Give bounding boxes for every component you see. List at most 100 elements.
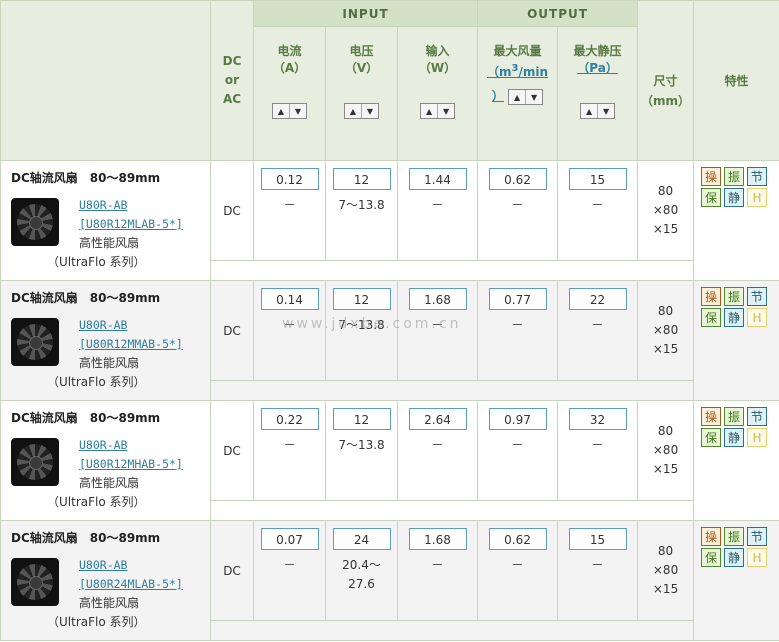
energy-saving-badge-icon: 节 <box>747 167 768 186</box>
protection-badge-icon: 保 <box>701 548 722 567</box>
airflow-value: 0.62 <box>488 168 547 190</box>
sort-up-icon[interactable]: ▲ <box>273 104 289 118</box>
header-product-cell <box>0 0 211 161</box>
airflow-range: － <box>511 198 524 212</box>
pressure-value: 32 <box>568 408 627 430</box>
sort-down-icon[interactable]: ▼ <box>437 104 454 118</box>
power-cell: 1.44 － <box>396 160 479 261</box>
vibration-badge-icon: 振 <box>724 407 745 426</box>
airflow-range: － <box>511 558 524 572</box>
pressure-range: － <box>591 198 604 212</box>
table-row: DC轴流风扇 80～89mm U80R-AB [U80R24MLAB-5*] 高… <box>0 520 779 641</box>
product-series: （UltraFlo 系列） <box>47 375 146 389</box>
features-cell: 操 振 节 保 静 H <box>693 400 779 521</box>
sort-down-icon[interactable]: ▼ <box>597 104 614 118</box>
current-cell: 0.22 － <box>253 400 326 501</box>
airflow-range: － <box>511 438 524 452</box>
sort-pressure: ▲ ▼ <box>580 103 616 119</box>
sort-down-icon[interactable]: ▼ <box>361 104 378 118</box>
pressure-unit-link[interactable]: （Pa） <box>577 61 618 75</box>
current-range: － <box>283 438 296 452</box>
energy-saving-badge-icon: 节 <box>747 407 768 426</box>
sort-down-icon[interactable]: ▼ <box>525 90 542 104</box>
protection-badge-icon: 保 <box>701 308 722 327</box>
size-cell: 80 ×80 ×15 <box>637 280 695 381</box>
sort-down-icon[interactable]: ▼ <box>289 104 306 118</box>
voltage-range: 7～13.8 <box>338 438 385 452</box>
header-group-input: INPUT <box>252 0 479 27</box>
power-value: 1.68 <box>408 288 467 310</box>
sort-up-icon[interactable]: ▲ <box>421 104 437 118</box>
high-speed-badge-icon: H <box>747 188 768 207</box>
header-size: 尺寸 （mm） <box>637 0 695 161</box>
fan-image <box>11 198 59 246</box>
dc-ac-value: DC <box>210 160 254 261</box>
product-description: 高性能风扇 <box>79 596 140 610</box>
voltage-cell: 12 7～13.8 <box>325 280 398 381</box>
power-range: － <box>431 318 444 332</box>
voltage-cell: 12 7～13.8 <box>325 160 398 261</box>
airflow-cell: 0.62 － <box>477 520 559 621</box>
airflow-value: 0.97 <box>488 408 547 430</box>
features-cell: 操 振 节 保 静 H <box>693 520 779 641</box>
voltage-range: 7～13.8 <box>338 198 385 212</box>
product-title: DC轴流风扇 80～89mm <box>11 291 161 305</box>
model-link[interactable]: U80R-AB <box>79 438 127 452</box>
product-series: （UltraFlo 系列） <box>47 495 146 509</box>
airflow-cell: 0.97 － <box>477 400 559 501</box>
header-current: 电流 （A） ▲ ▼ <box>253 26 326 161</box>
voltage-value: 12 <box>332 288 391 310</box>
current-range: － <box>283 318 296 332</box>
table-row: DC轴流风扇 80～89mm U80R-AB [U80R12MMAB-5*] 高… <box>0 280 779 401</box>
current-range: － <box>283 198 296 212</box>
power-range: － <box>431 438 444 452</box>
pressure-cell: 15 － <box>557 160 639 261</box>
pressure-value: 15 <box>568 528 627 550</box>
sort-airflow: ▲ ▼ <box>508 89 544 105</box>
energy-saving-badge-icon: 节 <box>747 527 768 546</box>
product-description: 高性能风扇 <box>79 356 140 370</box>
pressure-range: － <box>591 318 604 332</box>
model-code-link[interactable]: [U80R12MHAB-5*] <box>79 457 183 471</box>
dc-ac-value: DC <box>210 400 254 501</box>
quiet-badge-icon: 静 <box>724 548 745 567</box>
header-power: 输入 （W） ▲ ▼ <box>396 26 479 161</box>
product-description: 高性能风扇 <box>79 476 140 490</box>
model-code-link[interactable]: [U80R24MLAB-5*] <box>79 577 183 591</box>
pressure-range: － <box>591 438 604 452</box>
features-cell: 操 振 节 保 静 H <box>693 160 779 281</box>
model-link[interactable]: U80R-AB <box>79 198 127 212</box>
sort-voltage: ▲ ▼ <box>344 103 379 119</box>
operation-badge-icon: 操 <box>701 287 722 306</box>
voltage-value: 12 <box>332 408 391 430</box>
model-link[interactable]: U80R-AB <box>79 558 127 572</box>
power-range: － <box>431 198 444 212</box>
power-value: 1.68 <box>408 528 467 550</box>
sort-up-icon[interactable]: ▲ <box>509 90 525 104</box>
header-airflow: 最大风量 （m3/min） ▲ ▼ <box>477 26 559 161</box>
pressure-value: 22 <box>568 288 627 310</box>
sort-up-icon[interactable]: ▲ <box>581 104 597 118</box>
voltage-value: 24 <box>332 528 391 550</box>
model-code-link[interactable]: [U80R12MMAB-5*] <box>79 337 183 351</box>
quiet-badge-icon: 静 <box>724 188 745 207</box>
pressure-range: － <box>591 558 604 572</box>
features-cell: 操 振 节 保 静 H <box>693 280 779 401</box>
current-cell: 0.14 － <box>253 280 326 381</box>
airflow-range: － <box>511 318 524 332</box>
product-title: DC轴流风扇 80～89mm <box>11 411 161 425</box>
vibration-badge-icon: 振 <box>724 527 745 546</box>
current-range: － <box>283 558 296 572</box>
voltage-value: 12 <box>332 168 391 190</box>
energy-saving-badge-icon: 节 <box>747 287 768 306</box>
model-code-link[interactable]: [U80R12MLAB-5*] <box>79 217 183 231</box>
size-cell: 80 ×80 ×15 <box>637 400 695 501</box>
current-cell: 0.07 － <box>253 520 326 621</box>
model-link[interactable]: U80R-AB <box>79 318 127 332</box>
vibration-badge-icon: 振 <box>724 287 745 306</box>
sort-up-icon[interactable]: ▲ <box>345 104 361 118</box>
power-cell: 1.68 － <box>396 280 479 381</box>
fan-image <box>11 558 59 606</box>
quiet-badge-icon: 静 <box>724 308 745 327</box>
sort-current: ▲ ▼ <box>272 103 307 119</box>
